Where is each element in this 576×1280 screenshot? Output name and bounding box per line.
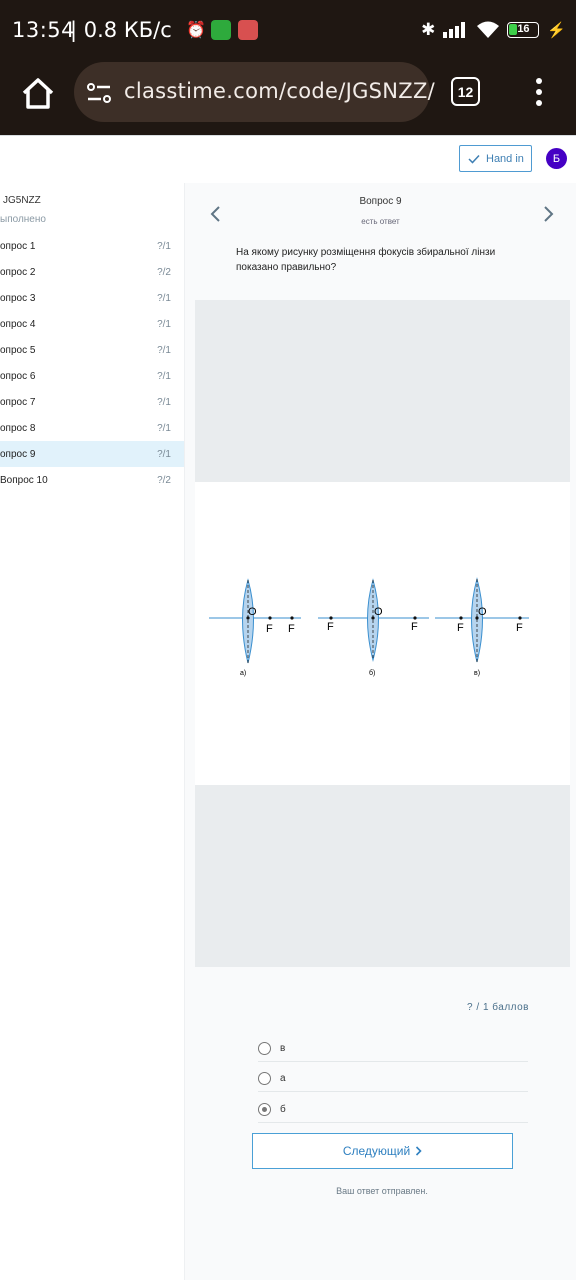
more-menu-icon[interactable]	[529, 78, 549, 108]
question-item-score: ?/2	[157, 267, 171, 278]
question-sidebar: JG5NZZ ыполнено опрос 1 ?/1 опрос 2 ?/2 опро…	[0, 183, 185, 1280]
tab-switcher-button[interactable]: 12	[451, 77, 480, 106]
sidebar-question-item[interactable]: опрос 5 ?/1	[0, 337, 184, 363]
next-button-label: Следующий	[342, 1144, 411, 1158]
focus-label-a2: F	[288, 623, 295, 635]
question-item-label: опрос 5	[0, 345, 36, 356]
game-app-icon	[238, 20, 258, 40]
sidebar-question-item[interactable]: опрос 7 ?/1	[0, 389, 184, 415]
question-item-label: опрос 3	[0, 293, 36, 304]
answer-sent-message: Ваш ответ отправлен.	[336, 1186, 428, 1196]
point-o-a: O	[248, 606, 257, 618]
question-item-label: опрос 2	[0, 267, 36, 278]
alarm-icon: ⏰	[186, 22, 206, 39]
question-item-score: ?/1	[157, 449, 171, 460]
question-item-label: опрос 9	[0, 449, 36, 460]
home-icon[interactable]	[18, 74, 58, 114]
lens-figure: O F F а) O F F б) O F F в)	[195, 482, 570, 785]
option-label: а	[280, 1073, 286, 1084]
image-padding-top	[195, 300, 570, 482]
option-label: в	[280, 1043, 286, 1054]
sidebar-question-item[interactable]: опрос 8 ?/1	[0, 415, 184, 441]
status-time: 13:54	[12, 18, 76, 42]
check-icon	[468, 154, 480, 164]
option-a[interactable]: а	[258, 1068, 528, 1092]
hand-in-button[interactable]: Hand in	[459, 145, 532, 172]
focus-label-c2: F	[516, 622, 523, 634]
focus-label-c1: F	[457, 622, 464, 634]
sidebar-question-item[interactable]: опрос 2 ?/2	[0, 259, 184, 285]
site-settings-icon[interactable]	[86, 80, 112, 106]
signal-icon	[443, 22, 466, 38]
bluetooth-icon: ✱	[421, 20, 436, 39]
question-text: На якому рисунку розміщення фокусів збир…	[236, 247, 496, 273]
question-item-score: ?/1	[157, 293, 171, 304]
chevron-right-icon	[416, 1146, 422, 1156]
browser-toolbar: classtime.com/code/JGSNZZ/ 12	[0, 60, 576, 135]
sidebar-question-item[interactable]: опрос 6 ?/1	[0, 363, 184, 389]
caption-a: а)	[240, 670, 246, 677]
question-item-label: опрос 1	[0, 241, 36, 252]
next-button[interactable]: Следующий	[252, 1133, 513, 1169]
question-item-score: ?/1	[157, 371, 171, 382]
option-label: б	[280, 1104, 286, 1115]
radio-button-selected[interactable]	[258, 1103, 271, 1116]
question-item-score: ?/1	[157, 397, 171, 408]
radio-button[interactable]	[258, 1072, 271, 1085]
option-b[interactable]: б	[258, 1099, 528, 1123]
session-code: JG5NZZ	[3, 195, 41, 206]
status-bar: 13:54 | 0.8 КБ/с ⏰ ✱ 16 ⚡	[0, 0, 576, 60]
question-item-label: опрос 6	[0, 371, 36, 382]
focus-label-b2: F	[411, 621, 418, 633]
question-item-label: опрос 8	[0, 423, 36, 434]
battery-level: 16	[517, 23, 530, 35]
question-panel: Вопрос 9 есть ответ На якому рисунку роз…	[185, 183, 576, 1280]
image-padding-bottom	[195, 785, 570, 967]
network-speed: | 0.8 КБ/с	[70, 18, 172, 42]
sidebar-question-item[interactable]: Вопрос 10 ?/2	[0, 467, 184, 493]
sidebar-question-item[interactable]: опрос 4 ?/1	[0, 311, 184, 337]
battery-icon: 16	[507, 22, 540, 38]
question-list: опрос 1 ?/1 опрос 2 ?/2 опрос 3 ?/1 опрос 4 ?/1…	[0, 233, 184, 493]
caption-b: б)	[369, 669, 375, 677]
completion-status: ыполнено	[0, 214, 46, 225]
question-item-score: ?/2	[157, 475, 171, 486]
url-text: classtime.com/code/JGSNZZ/	[124, 79, 436, 103]
points-label: ? / 1 баллов	[467, 1002, 529, 1013]
address-bar[interactable]: classtime.com/code/JGSNZZ/	[74, 62, 435, 122]
question-item-score: ?/1	[157, 319, 171, 330]
focus-label-b1: F	[327, 621, 334, 633]
question-status: есть ответ	[361, 217, 400, 226]
question-item-label: Вопрос 10	[0, 475, 48, 486]
question-item-score: ?/1	[157, 241, 171, 252]
question-title: Вопрос 9	[359, 196, 402, 207]
question-item-label: опрос 7	[0, 397, 36, 408]
caption-c: в)	[474, 670, 480, 677]
walking-app-icon	[211, 20, 231, 40]
option-v[interactable]: в	[258, 1038, 528, 1062]
wifi-icon	[477, 21, 500, 38]
avatar[interactable]: Б	[546, 148, 567, 169]
hand-in-label: Hand in	[486, 152, 524, 165]
app-header: Hand in Б	[0, 135, 576, 183]
sidebar-question-item[interactable]: опрос 3 ?/1	[0, 285, 184, 311]
lens-diagram: O F F а) O F F б) O F F в)	[209, 577, 529, 677]
focus-label-a1: F	[266, 623, 273, 635]
question-item-score: ?/1	[157, 345, 171, 356]
question-item-score: ?/1	[157, 423, 171, 434]
radio-button[interactable]	[258, 1042, 271, 1055]
point-o-c: O	[478, 606, 487, 618]
point-o-b: O	[374, 606, 383, 618]
sidebar-question-item[interactable]: опрос 9 ?/1	[0, 441, 184, 467]
question-item-label: опрос 4	[0, 319, 36, 330]
sidebar-question-item[interactable]: опрос 1 ?/1	[0, 233, 184, 259]
charging-icon: ⚡	[547, 22, 566, 39]
